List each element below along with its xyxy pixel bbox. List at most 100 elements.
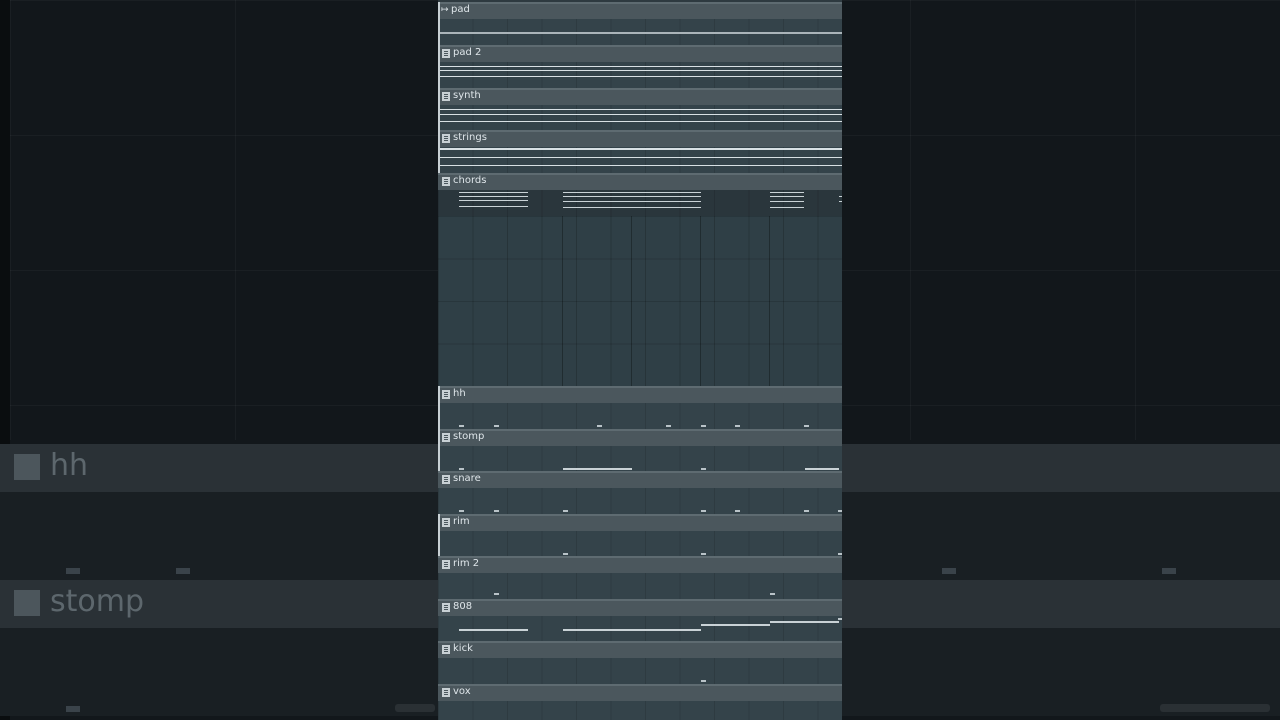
track-header[interactable]: strings: [438, 130, 842, 147]
note[interactable]: [770, 621, 839, 623]
track-header[interactable]: vox: [438, 684, 842, 701]
track-lane[interactable]: [438, 531, 842, 557]
background-scrollbar: [395, 704, 435, 712]
track-kick[interactable]: kick: [438, 641, 842, 684]
note-line[interactable]: [440, 165, 842, 166]
note[interactable]: [701, 468, 706, 470]
chord-clip[interactable]: [770, 192, 804, 193]
note[interactable]: [459, 510, 464, 512]
chord-clip[interactable]: [563, 196, 701, 197]
chord-clip[interactable]: [839, 196, 842, 197]
audio-clip-waveform[interactable]: [440, 32, 842, 34]
track-name: chords: [453, 175, 487, 186]
note[interactable]: [563, 510, 568, 512]
note[interactable]: [459, 425, 464, 427]
note[interactable]: [838, 618, 842, 620]
pattern-icon: [442, 603, 450, 612]
track-808[interactable]: 808: [438, 599, 842, 642]
chord-clip[interactable]: [459, 192, 528, 193]
track-lane[interactable]: [438, 19, 842, 45]
track-vox[interactable]: vox: [438, 684, 842, 720]
chord-clip[interactable]: [770, 201, 804, 202]
note[interactable]: [701, 680, 706, 682]
track-lane[interactable]: [438, 701, 842, 720]
track-strings[interactable]: strings: [438, 130, 842, 173]
track-lane[interactable]: [438, 573, 842, 599]
note[interactable]: [494, 510, 499, 512]
note-line[interactable]: [440, 76, 842, 77]
note[interactable]: [804, 510, 809, 512]
track-lane[interactable]: [438, 658, 842, 684]
note[interactable]: [701, 425, 706, 427]
playlist-panel[interactable]: pad ↦ pad 2 synth strings chords hh stom…: [438, 0, 842, 720]
track-header[interactable]: pad ↦: [438, 2, 842, 19]
chord-clip[interactable]: [459, 206, 528, 207]
chord-clip[interactable]: [459, 196, 528, 197]
note[interactable]: [563, 468, 632, 470]
note[interactable]: [666, 425, 671, 427]
note[interactable]: [701, 624, 770, 626]
track-pad-2[interactable]: pad 2: [438, 45, 842, 88]
track-header[interactable]: rim: [438, 514, 842, 531]
note[interactable]: [459, 629, 528, 631]
note[interactable]: [735, 425, 740, 427]
note-line[interactable]: [440, 121, 842, 122]
track-header[interactable]: chords: [438, 173, 842, 190]
track-lane[interactable]: [438, 190, 842, 216]
pattern-icon: [442, 134, 450, 143]
note[interactable]: [563, 629, 701, 631]
track-header[interactable]: hh: [438, 386, 842, 403]
chord-clip[interactable]: [839, 201, 842, 202]
note[interactable]: [459, 468, 464, 470]
note-line[interactable]: [440, 114, 842, 115]
note-line[interactable]: [440, 157, 842, 158]
track-rim-2[interactable]: rim 2: [438, 556, 842, 599]
track-header[interactable]: rim 2: [438, 556, 842, 573]
track-header[interactable]: kick: [438, 641, 842, 658]
track-lane[interactable]: [438, 62, 842, 88]
empty-playlist-area[interactable]: [438, 216, 842, 386]
note[interactable]: [838, 510, 842, 512]
track-lane[interactable]: [438, 446, 842, 472]
chord-clip[interactable]: [770, 196, 804, 197]
track-stomp[interactable]: stomp: [438, 429, 842, 472]
track-chords[interactable]: chords: [438, 173, 842, 216]
track-header[interactable]: snare: [438, 471, 842, 488]
note-line[interactable]: [440, 148, 842, 150]
note[interactable]: [563, 553, 568, 555]
note-line[interactable]: [440, 66, 842, 67]
track-synth[interactable]: synth: [438, 88, 842, 131]
track-header[interactable]: stomp: [438, 429, 842, 446]
note[interactable]: [770, 593, 775, 595]
track-rim[interactable]: rim: [438, 514, 842, 557]
track-lane[interactable]: [438, 616, 842, 642]
note[interactable]: [494, 425, 499, 427]
track-header[interactable]: 808: [438, 599, 842, 616]
chord-clip[interactable]: [563, 192, 701, 193]
note[interactable]: [735, 510, 740, 512]
track-header[interactable]: synth: [438, 88, 842, 105]
note[interactable]: [494, 593, 499, 595]
track-lane[interactable]: [438, 488, 842, 514]
chord-clip[interactable]: [770, 207, 804, 208]
note[interactable]: [701, 553, 706, 555]
note[interactable]: [838, 553, 842, 555]
track-lane[interactable]: [438, 147, 842, 173]
track-lane[interactable]: [438, 403, 842, 429]
note-line[interactable]: [440, 70, 842, 71]
chord-clip[interactable]: [459, 200, 528, 201]
pattern-icon: [14, 590, 40, 616]
chord-clip[interactable]: [563, 201, 701, 202]
note[interactable]: [805, 468, 839, 470]
note[interactable]: [597, 425, 602, 427]
track-hh[interactable]: hh: [438, 386, 842, 429]
note-line[interactable]: [440, 109, 842, 110]
track-snare[interactable]: snare: [438, 471, 842, 514]
pattern-icon: [442, 645, 450, 654]
track-header[interactable]: pad 2: [438, 45, 842, 62]
chord-clip[interactable]: [563, 207, 701, 208]
note[interactable]: [804, 425, 809, 427]
track-pad[interactable]: pad ↦: [438, 2, 842, 45]
track-lane[interactable]: [438, 105, 842, 131]
note[interactable]: [701, 510, 706, 512]
